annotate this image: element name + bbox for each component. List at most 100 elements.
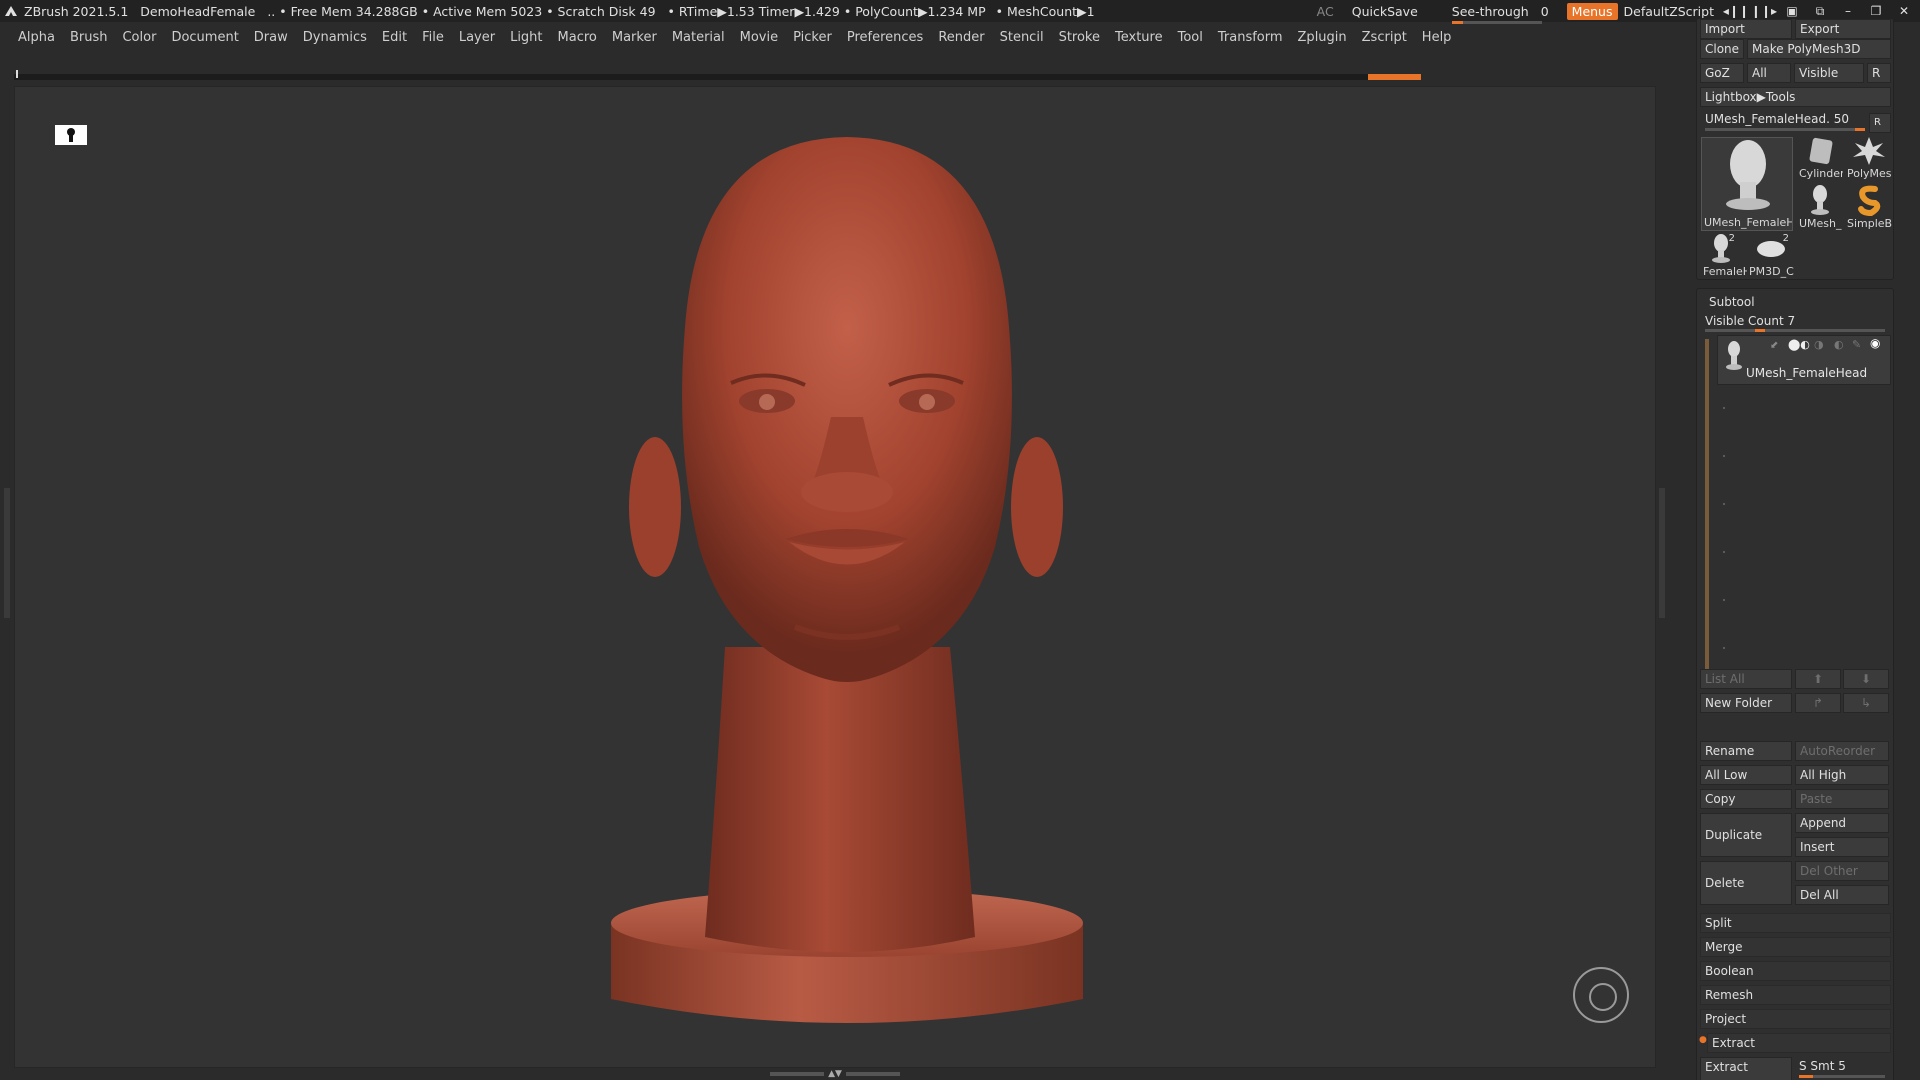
list-all-button[interactable]: List All — [1700, 669, 1792, 689]
menu-draw[interactable]: Draw — [254, 30, 288, 45]
ac-button[interactable]: AC — [1317, 4, 1334, 19]
menu-transform[interactable]: Transform — [1218, 30, 1283, 45]
thumb-femalehead[interactable]: 2 FemaleH — [1701, 233, 1747, 279]
quicksave-button[interactable]: QuickSave — [1352, 4, 1418, 19]
menu-dynamics[interactable]: Dynamics — [303, 30, 367, 45]
visible-count-label[interactable]: Visible Count 7 — [1705, 314, 1795, 328]
canvas-viewport[interactable] — [14, 86, 1656, 1068]
folder-arrow-down-icon[interactable]: ↳ — [1843, 693, 1889, 713]
menu-stroke[interactable]: Stroke — [1059, 30, 1100, 45]
default-zscript-button[interactable]: DefaultZScript — [1624, 4, 1715, 19]
subtool-visibility-eye-icon[interactable]: ◉ — [1870, 336, 1880, 350]
merge-section[interactable]: Merge — [1700, 937, 1891, 957]
subtool-list-scrollbar[interactable] — [1705, 339, 1709, 669]
duplicate-button[interactable]: Duplicate — [1700, 813, 1792, 857]
make-polymesh3d-button[interactable]: Make PolyMesh3D — [1747, 39, 1891, 59]
extract-button[interactable]: Extract — [1700, 1057, 1792, 1080]
subtool-edit-icon[interactable]: ✎ — [1852, 338, 1861, 351]
menu-macro[interactable]: Macro — [558, 30, 597, 45]
extract-section[interactable]: Extract — [1707, 1033, 1891, 1053]
copy-button[interactable]: Copy — [1700, 789, 1792, 809]
menu-layer[interactable]: Layer — [459, 30, 495, 45]
subtool-brush-icon[interactable]: ⬋ — [1770, 340, 1778, 351]
thumb-polymesh[interactable]: PolyMes — [1845, 133, 1893, 181]
minimize-icon[interactable]: – — [1834, 4, 1862, 18]
goz-visible-button[interactable]: Visible — [1794, 63, 1864, 83]
menu-picker[interactable]: Picker — [793, 30, 832, 45]
menu-color[interactable]: Color — [122, 30, 156, 45]
subtool-polypaint-icon[interactable]: ⬤◐ — [1788, 338, 1810, 351]
current-tool-r-button[interactable]: R — [1869, 113, 1891, 133]
menu-edit[interactable]: Edit — [382, 30, 407, 45]
menu-preferences[interactable]: Preferences — [847, 30, 923, 45]
folder-arrow-up-icon[interactable]: ↱ — [1795, 693, 1841, 713]
menu-brush[interactable]: Brush — [70, 30, 108, 45]
lightbox-tools-button[interactable]: Lightbox▶Tools — [1700, 87, 1891, 107]
split-section[interactable]: Split — [1700, 913, 1891, 933]
import-button[interactable]: Import — [1700, 19, 1792, 39]
new-folder-button[interactable]: New Folder — [1700, 693, 1792, 713]
layout-icon-3[interactable]: ▣ — [1778, 4, 1806, 18]
s-smt-slider-label[interactable]: S Smt 5 — [1799, 1059, 1846, 1073]
current-tool-slider[interactable] — [1705, 128, 1865, 131]
thumb-cylinder[interactable]: Cylinder — [1797, 133, 1843, 181]
boolean-section[interactable]: Boolean — [1700, 961, 1891, 981]
clone-button[interactable]: Clone — [1700, 39, 1744, 59]
del-all-button[interactable]: Del All — [1795, 885, 1889, 905]
bottom-tray-handle[interactable]: ▲▼ — [770, 1069, 900, 1079]
goz-r-button[interactable]: R — [1867, 63, 1891, 83]
goz-all-button[interactable]: All — [1747, 63, 1791, 83]
rename-button[interactable]: Rename — [1700, 741, 1792, 761]
insert-button[interactable]: Insert — [1795, 837, 1889, 857]
menu-tool[interactable]: Tool — [1178, 30, 1203, 45]
subtool-item-umesh-femalehead[interactable]: ⬋ ⬤◐ ◑ ◐ ✎ ◉ UMesh_FemaleHead — [1717, 335, 1891, 385]
layout-icon-4[interactable]: ⧉ — [1806, 4, 1834, 19]
project-section[interactable]: Project — [1700, 1009, 1891, 1029]
restore-icon[interactable]: ❐ — [1862, 4, 1890, 18]
thumb-simplebrush[interactable]: SimpleB — [1845, 183, 1893, 231]
thumb-umesh-femalehead-main[interactable]: UMesh_FemaleH — [1701, 137, 1793, 231]
see-through-slider[interactable]: See-through 0 — [1451, 4, 1549, 24]
all-low-button[interactable]: All Low — [1700, 765, 1792, 785]
thumb-umesh-small[interactable]: UMesh_ — [1797, 183, 1843, 231]
navigation-gizmo-icon[interactable] — [1573, 967, 1629, 1023]
current-tool-slider-label[interactable]: UMesh_FemaleHead. 50 — [1705, 112, 1849, 126]
menu-alpha[interactable]: Alpha — [18, 30, 55, 45]
timeline-marker[interactable] — [1368, 74, 1421, 80]
visible-count-slider[interactable] — [1705, 329, 1885, 332]
menu-help[interactable]: Help — [1422, 30, 1452, 45]
remesh-section[interactable]: Remesh — [1700, 985, 1891, 1005]
append-button[interactable]: Append — [1795, 813, 1889, 833]
menu-light[interactable]: Light — [510, 30, 542, 45]
menu-stencil[interactable]: Stencil — [1000, 30, 1044, 45]
menu-zscript[interactable]: Zscript — [1362, 30, 1407, 45]
menu-material[interactable]: Material — [672, 30, 725, 45]
move-down-arrow-icon[interactable]: ⬇ — [1843, 669, 1889, 689]
s-smt-slider[interactable] — [1799, 1075, 1885, 1078]
layout-icon-2[interactable]: ❙❙▸ — [1750, 4, 1778, 18]
close-icon[interactable]: ✕ — [1890, 4, 1918, 18]
menu-texture[interactable]: Texture — [1115, 30, 1163, 45]
export-button[interactable]: Export — [1795, 19, 1891, 39]
menu-file[interactable]: File — [422, 30, 444, 45]
subtool-dynamic-icon[interactable]: ◐ — [1834, 338, 1844, 351]
move-up-arrow-icon[interactable]: ⬆ — [1795, 669, 1841, 689]
del-other-button[interactable]: Del Other — [1795, 861, 1889, 881]
subtool-title[interactable]: Subtool — [1709, 295, 1755, 309]
menu-movie[interactable]: Movie — [740, 30, 778, 45]
paste-button[interactable]: Paste — [1795, 789, 1889, 809]
thumb-pm3d[interactable]: 2 PM3D_C — [1747, 233, 1795, 279]
menu-document[interactable]: Document — [171, 30, 238, 45]
menu-zplugin[interactable]: Zplugin — [1298, 30, 1347, 45]
goz-button[interactable]: GoZ — [1700, 63, 1744, 83]
menu-marker[interactable]: Marker — [612, 30, 657, 45]
autoreorder-button[interactable]: AutoReorder — [1795, 741, 1889, 761]
menus-toggle[interactable]: Menus — [1566, 2, 1618, 20]
left-tray-handle[interactable] — [4, 488, 10, 618]
timeline-track[interactable] — [14, 70, 1421, 80]
female-head-model[interactable] — [15, 87, 1656, 1068]
subtool-mode-icon[interactable]: ◑ — [1814, 338, 1824, 351]
all-high-button[interactable]: All High — [1795, 765, 1889, 785]
right-tray-handle[interactable] — [1659, 488, 1665, 618]
delete-button[interactable]: Delete — [1700, 861, 1792, 905]
